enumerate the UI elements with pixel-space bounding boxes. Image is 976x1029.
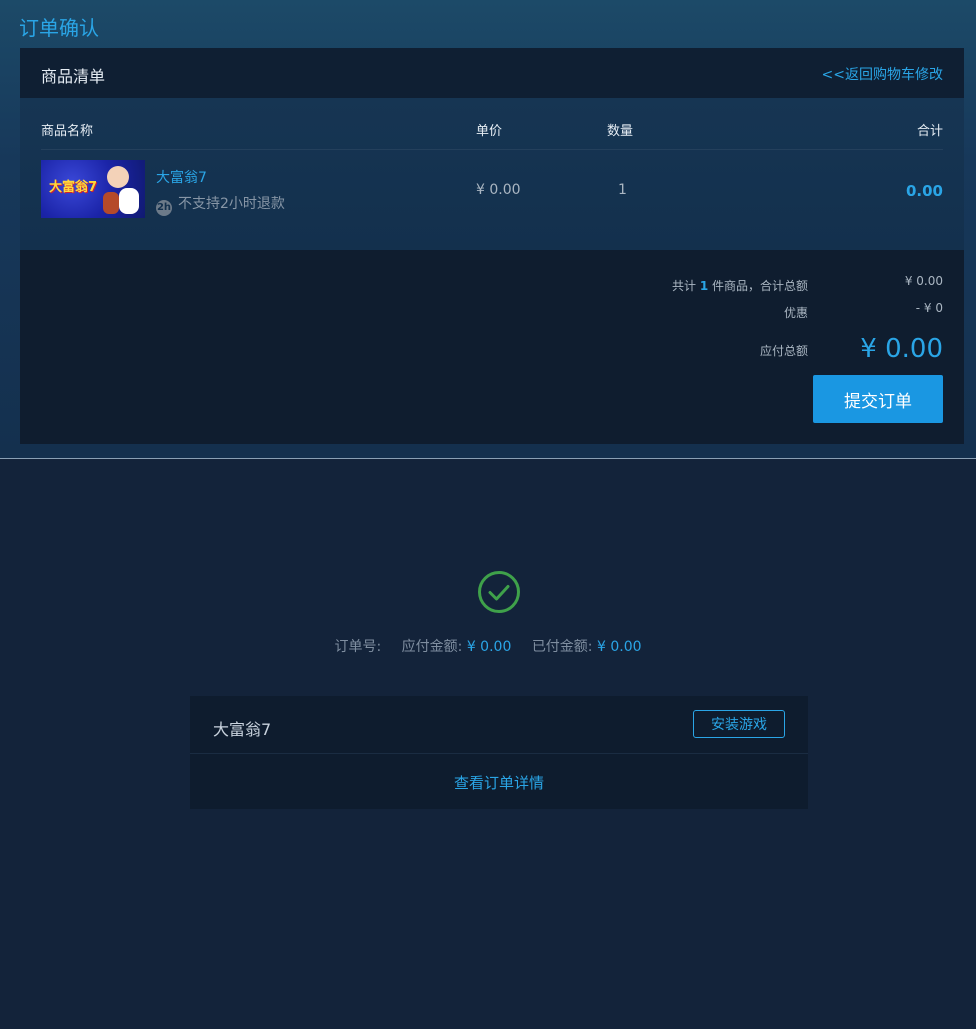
- refund-note: 2h 不支持2小时退款: [156, 193, 285, 216]
- product-total: 0.00: [905, 182, 943, 200]
- header-divider: [41, 149, 943, 150]
- product-price: ¥ 0.00: [476, 182, 521, 198]
- product-qty: 1: [618, 182, 627, 198]
- col-header-qty: 数量: [607, 124, 634, 139]
- 2h-refund-icon: 2h: [156, 200, 172, 216]
- order-number-label: 订单号:: [334, 639, 382, 655]
- thumb-character: [119, 188, 139, 214]
- back-to-cart-link[interactable]: <<返回购物车修改: [822, 64, 943, 84]
- payable-amount: 应付金额: ¥ 0.00: [401, 639, 512, 655]
- payable-label: 应付总额: [759, 344, 808, 358]
- order-info: 订单号: 应付金额: ¥ 0.00 已付金额: ¥ 0.00: [0, 636, 976, 656]
- cart-panel: 商品清单 <<返回购物车修改 商品名称 单价 数量 合计 大富翁7 大富翁7 2…: [20, 48, 964, 444]
- purchased-game-name: 大富翁7: [213, 720, 272, 739]
- thumb-character: [103, 192, 119, 214]
- page-title: 订单确认: [19, 16, 99, 40]
- col-header-name: 商品名称: [41, 124, 94, 139]
- item-count-label: 共计 1 件商品，合计总额: [671, 279, 808, 293]
- install-game-button[interactable]: 安装游戏: [693, 710, 785, 738]
- discount-label: 优惠: [783, 306, 808, 320]
- payable-total: ¥ 0.00: [860, 334, 943, 364]
- order-confirm-section: 订单确认 商品清单 <<返回购物车修改 商品名称 单价 数量 合计 大富翁7 大…: [0, 0, 976, 459]
- thumb-character: [107, 166, 129, 188]
- cart-panel-header: 商品清单 <<返回购物车修改: [20, 48, 964, 98]
- item-count: 1: [699, 279, 709, 293]
- cart-title: 商品清单: [41, 67, 106, 86]
- view-order-details-link[interactable]: 查看订单详情: [190, 772, 808, 793]
- paid-amount: 已付金额: ¥ 0.00: [531, 639, 642, 655]
- subtotal-value: ¥ 0.00: [904, 274, 943, 288]
- order-summary: 共计 1 件商品，合计总额 ¥ 0.00 优惠 - ¥ 0 应付总额 ¥ 0.0…: [20, 250, 964, 444]
- divider: [190, 753, 808, 754]
- purchased-game-box: 大富翁7 安装游戏 查看订单详情: [190, 696, 808, 809]
- thumb-logo: 大富翁7: [49, 180, 98, 195]
- discount-value: - ¥ 0: [915, 301, 943, 315]
- refund-text: 不支持2小时退款: [178, 196, 285, 212]
- col-header-total: 合计: [916, 124, 943, 139]
- product-thumbnail[interactable]: 大富翁7: [41, 160, 145, 218]
- product-name-link[interactable]: 大富翁7: [156, 167, 207, 187]
- col-header-price: 单价: [476, 124, 503, 139]
- items-table: 商品名称 单价 数量 合计 大富翁7 大富翁7 2h 不支持2小时退款 ¥ 0.0…: [20, 98, 964, 250]
- submit-order-button[interactable]: 提交订单: [813, 375, 943, 423]
- check-circle-icon: [478, 571, 520, 613]
